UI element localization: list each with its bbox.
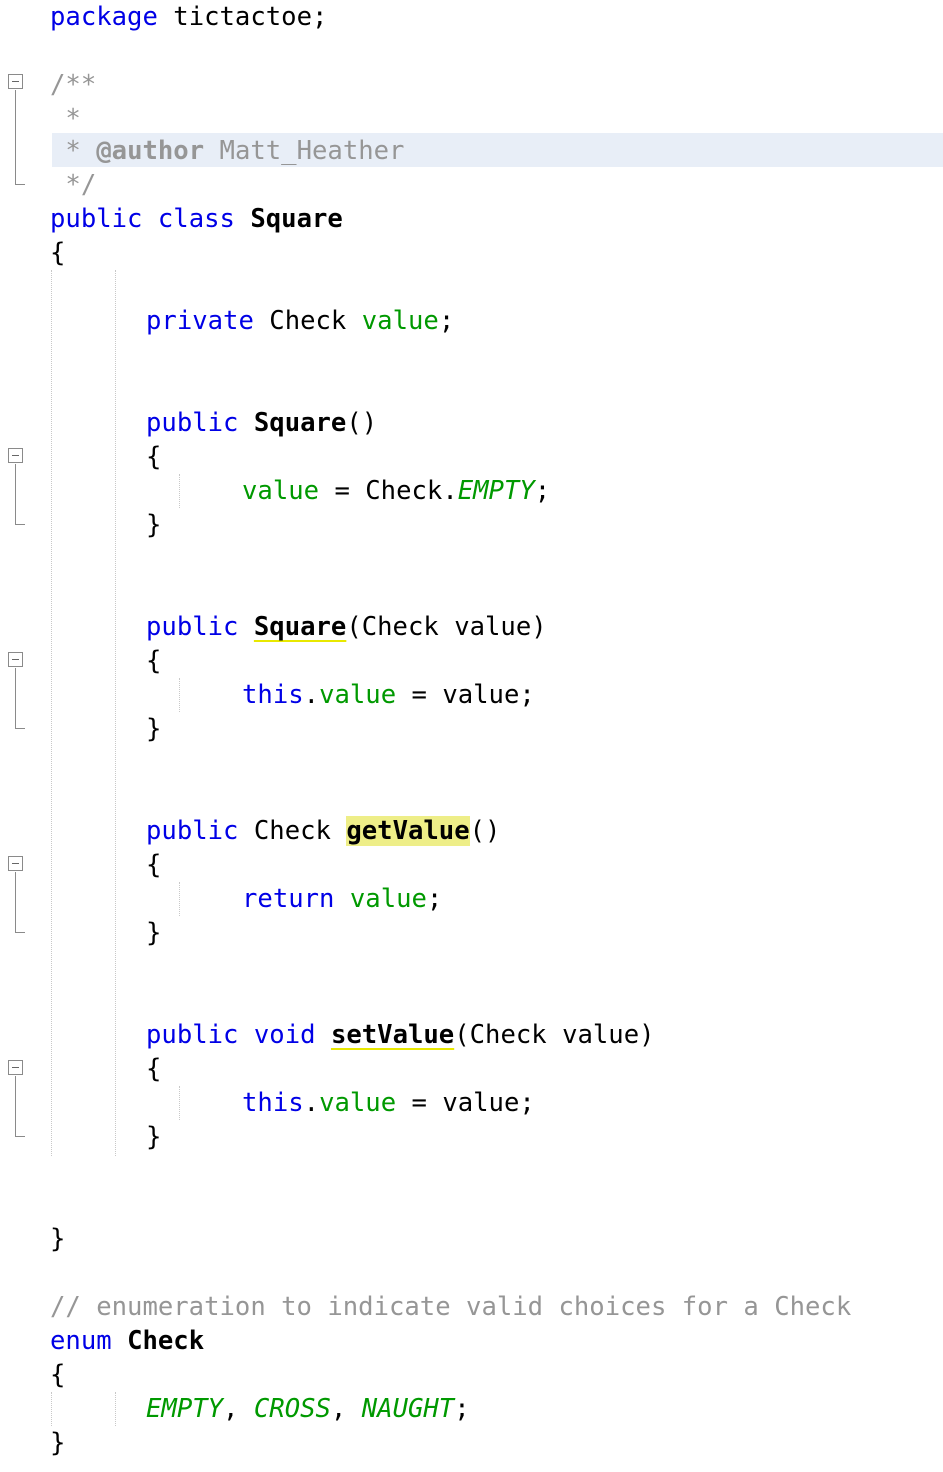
package-line[interactable]: package tictactoe; xyxy=(0,0,943,34)
body-assign: = value; xyxy=(396,680,535,710)
body-assign: = Check. xyxy=(319,476,458,506)
author-tag: @author xyxy=(96,136,205,166)
javadoc-close: */ xyxy=(50,170,97,200)
open-brace: { xyxy=(146,442,162,472)
field-modifier: private xyxy=(146,306,254,336)
open-brace: { xyxy=(146,850,162,880)
class-close-brace-line[interactable]: } xyxy=(0,1222,943,1256)
close-brace: } xyxy=(146,918,162,948)
comment-line[interactable]: // enumeration to indicate valid choices… xyxy=(0,1290,943,1324)
open-brace: { xyxy=(50,1360,66,1390)
javadoc-star: * xyxy=(50,136,81,166)
body-field: value xyxy=(319,680,397,710)
body-field: value xyxy=(319,1088,397,1118)
setter-signature-line[interactable]: public void setValue(Check value) xyxy=(0,1018,943,1052)
getter-name: getValue xyxy=(346,816,470,846)
ctor-default-open-brace-line[interactable]: { xyxy=(0,440,943,474)
javadoc-open: /** xyxy=(50,70,97,100)
body-assign: = value; xyxy=(396,1088,535,1118)
semicolon: ; xyxy=(438,306,455,336)
class-open-brace-line[interactable]: { xyxy=(0,236,943,270)
ctor-param-open-brace-line[interactable]: { xyxy=(0,644,943,678)
enum-constant: CROSS xyxy=(253,1394,331,1424)
setter-name: setValue xyxy=(330,1020,455,1050)
author-name: Matt_Heather xyxy=(219,136,405,166)
javadoc-close-line[interactable]: */ xyxy=(0,168,943,202)
ctor-name: Square xyxy=(253,612,347,642)
javadoc-author-line[interactable]: * @author Matt_Heather xyxy=(0,134,943,168)
comma: , xyxy=(223,1394,254,1424)
open-brace: { xyxy=(146,1054,162,1084)
open-brace: { xyxy=(146,646,162,676)
getter-close-brace-line[interactable]: } xyxy=(0,916,943,950)
semicolon: ; xyxy=(534,476,551,506)
class-keyword: class xyxy=(157,204,235,234)
enum-open-brace-line[interactable]: { xyxy=(0,1358,943,1392)
javadoc-blank: * xyxy=(50,104,81,134)
ctor-param-close-brace-line[interactable]: } xyxy=(0,712,943,746)
ctor-default-body-line[interactable]: value = Check.EMPTY; xyxy=(0,474,943,508)
close-brace: } xyxy=(146,714,162,744)
enum-constant: NAUGHT xyxy=(361,1394,455,1424)
class-name: Square xyxy=(250,204,343,234)
getter-modifier: public xyxy=(146,816,239,846)
enum-keyword: enum xyxy=(50,1326,112,1356)
getter-signature-line[interactable]: public Check getValue() xyxy=(0,814,943,848)
setter-close-brace-line[interactable]: } xyxy=(0,1120,943,1154)
getter-open-brace-line[interactable]: { xyxy=(0,848,943,882)
enum-close-brace-line[interactable]: } xyxy=(0,1426,943,1460)
class-modifier: public xyxy=(50,204,143,234)
enum-name: Check xyxy=(127,1326,205,1356)
body-field: value xyxy=(349,884,427,914)
field-declaration-line[interactable]: private Check value; xyxy=(0,304,943,338)
enum-values-line[interactable]: EMPTY, CROSS, NAUGHT; xyxy=(0,1392,943,1426)
javadoc-blank-line[interactable]: * xyxy=(0,102,943,136)
ctor-param-body-line[interactable]: this.value = value; xyxy=(0,678,943,712)
return-keyword: return xyxy=(242,884,335,914)
this-keyword: this xyxy=(242,680,304,710)
this-keyword: this xyxy=(242,1088,304,1118)
enum-constant: EMPTY xyxy=(146,1394,224,1424)
body-field: value xyxy=(242,476,320,506)
close-brace: } xyxy=(146,1122,162,1152)
ctor-modifier: public xyxy=(146,408,239,438)
class-declaration-line[interactable]: public class Square xyxy=(0,202,943,236)
semicolon: ; xyxy=(454,1394,470,1424)
setter-params: (Check value) xyxy=(454,1020,655,1050)
close-brace: } xyxy=(146,510,162,540)
open-brace: { xyxy=(50,238,66,268)
field-name: value xyxy=(361,306,439,336)
package-keyword: package xyxy=(50,2,158,32)
line-comment: // enumeration to indicate valid choices… xyxy=(50,1292,852,1322)
getter-return-type: Check xyxy=(253,816,331,846)
close-brace: } xyxy=(50,1224,66,1254)
field-type: Check xyxy=(269,306,347,336)
package-name: tictactoe; xyxy=(173,2,328,32)
dot: . xyxy=(303,680,320,710)
ctor-default-close-brace-line[interactable]: } xyxy=(0,508,943,542)
getter-params: () xyxy=(469,816,501,846)
ctor-param-signature-line[interactable]: public Square(Check value) xyxy=(0,610,943,644)
javadoc-open-line[interactable]: /** xyxy=(0,68,943,102)
code-editor[interactable]: package tictactoe; /** * * @author Matt_… xyxy=(0,0,943,1472)
ctor-params: (Check value) xyxy=(346,612,547,642)
semicolon: ; xyxy=(426,884,443,914)
ctor-modifier: public xyxy=(146,612,239,642)
body-constant: EMPTY xyxy=(457,476,535,506)
setter-body-line[interactable]: this.value = value; xyxy=(0,1086,943,1120)
getter-body-line[interactable]: return value; xyxy=(0,882,943,916)
enum-declaration-line[interactable]: enum Check xyxy=(0,1324,943,1358)
ctor-params: () xyxy=(346,408,378,438)
setter-open-brace-line[interactable]: { xyxy=(0,1052,943,1086)
setter-return-type: void xyxy=(253,1020,316,1050)
ctor-default-signature-line[interactable]: public Square() xyxy=(0,406,943,440)
setter-modifier: public xyxy=(146,1020,239,1050)
close-brace: } xyxy=(50,1428,66,1458)
dot: . xyxy=(303,1088,320,1118)
ctor-name: Square xyxy=(253,408,347,438)
comma: , xyxy=(330,1394,362,1424)
